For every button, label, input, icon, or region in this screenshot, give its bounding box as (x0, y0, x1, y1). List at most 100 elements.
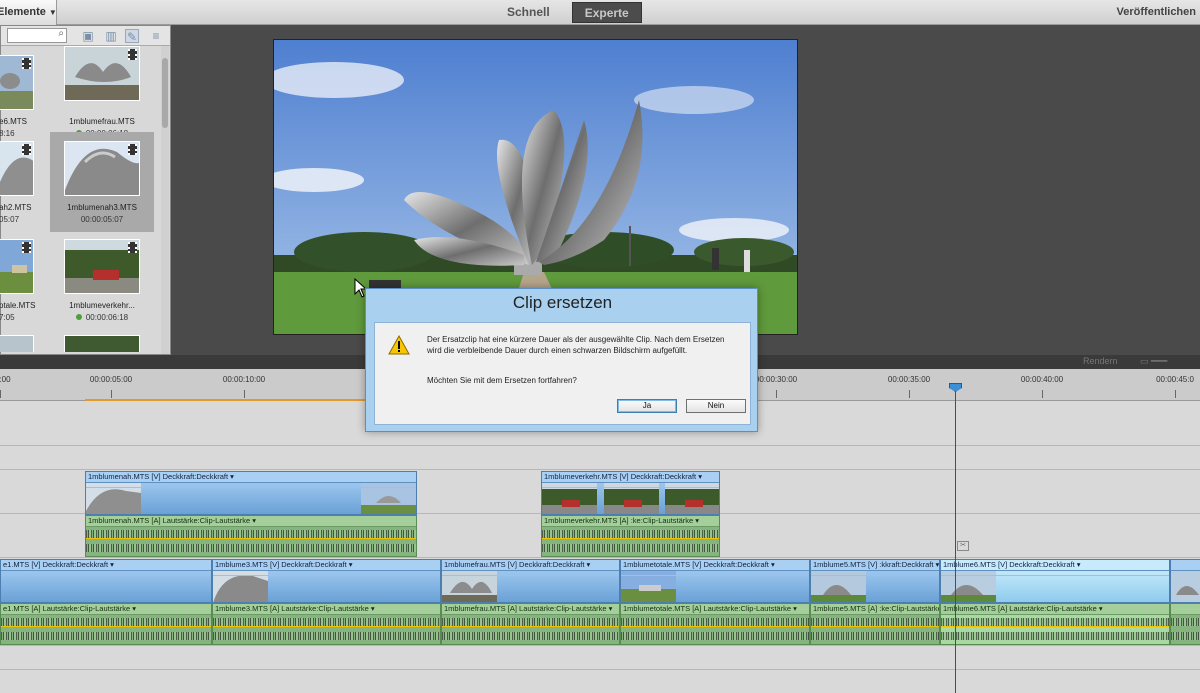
video-clip-selected[interactable]: 1mblume6.MTS [V] Deckkraft:Deckkraft ▾ (940, 559, 1170, 603)
clip-label: 1mblumenah.MTS [V] Deckkraft:Deckkraft ▾ (86, 472, 416, 483)
media-item[interactable]: otale.MTS 7:05 (0, 230, 39, 330)
audio-clip[interactable]: 1mblume3.MTS [A] Lautstärke:Clip-Lautstä… (212, 603, 441, 645)
media-name: 1mblumeverkehr... (69, 301, 135, 310)
volume-line[interactable] (621, 626, 809, 627)
opacity-line[interactable] (86, 487, 416, 488)
trash-icon[interactable]: ▥ (104, 29, 118, 43)
no-button[interactable]: Nein (686, 399, 746, 413)
clip-label (1171, 604, 1200, 615)
opacity-line[interactable] (621, 575, 809, 576)
elements-menu-label: Elemente (0, 6, 46, 18)
opacity-line[interactable] (442, 575, 619, 576)
audio-clip[interactable]: 1mblumefrau.MTS [A] Lautstärke:Clip-Laut… (441, 603, 620, 645)
elements-menu-button[interactable]: Elemente ▼ (0, 0, 57, 25)
volume-line[interactable] (542, 538, 719, 539)
volume-line[interactable] (811, 626, 939, 627)
media-name: 1mblumefrau.MTS (69, 117, 135, 126)
media-item[interactable]: e6.MTS 8:16 (0, 46, 39, 146)
volume-line[interactable] (86, 538, 416, 539)
video-clip[interactable]: 1mblumeverkehr.MTS [V] Deckkraft:Deckkra… (541, 471, 720, 515)
tab-experte[interactable]: Experte (571, 2, 642, 23)
clip-label: 1mblume5.MTS [V] :kkraft:Deckkraft ▾ (811, 560, 939, 571)
opacity-line[interactable] (811, 575, 939, 576)
film-icon (128, 242, 137, 253)
search-input[interactable]: ⌕ (7, 28, 67, 43)
media-item[interactable]: 1mblumenah3.MTS 00:00:05:07 (50, 132, 154, 232)
media-item[interactable] (50, 330, 154, 352)
video-clip[interactable]: 1mblumenah.MTS [V] Deckkraft:Deckkraft ▾ (85, 471, 417, 515)
publish-button[interactable]: Veröffentlichen (1117, 0, 1196, 25)
playhead-line[interactable] (955, 383, 956, 693)
volume-line[interactable] (941, 626, 1169, 627)
video-clip[interactable]: 1mblume3.MTS [V] Deckkraft:Deckkraft ▾ (212, 559, 441, 603)
media-item[interactable]: ah2.MTS 05:07 (0, 132, 39, 232)
track-separator (0, 557, 1200, 558)
media-item[interactable]: 1mblumeverkehr... 00:00:06:18 (50, 230, 154, 330)
audio-clip[interactable]: 1mblumenah.MTS [A] Lautstärke:Clip-Lauts… (85, 515, 417, 557)
opacity-line[interactable] (542, 487, 719, 488)
opacity-line[interactable] (1, 575, 211, 576)
replace-clip-dialog: Clip ersetzen Der Ersatzclip hat eine kü… (365, 288, 758, 432)
opacity-line[interactable] (213, 575, 440, 576)
audio-clip[interactable] (1170, 603, 1200, 645)
clip-label: 1mblumefrau.MTS [V] Deckkraft:Deckkraft … (442, 560, 619, 571)
opacity-line[interactable] (941, 575, 1169, 576)
snap-icon: ✂ (957, 541, 969, 551)
film-icon (128, 49, 137, 60)
time-ruler-tick (1175, 390, 1176, 398)
film-icon (128, 144, 137, 155)
audio-waveform (442, 632, 619, 640)
audio-clip[interactable]: 1mblumeverkehr.MTS [A] :ke:Clip-Lautstär… (541, 515, 720, 557)
list-view-icon[interactable]: ≡ (149, 29, 163, 43)
audio-waveform (1, 618, 211, 626)
audio-waveform (811, 632, 939, 640)
time-ruler-label: 00:00:35:00 (887, 375, 931, 384)
time-ruler-label: 00:00:05:00 (89, 375, 133, 384)
audio-waveform (941, 632, 1169, 640)
video-clip[interactable] (1170, 559, 1200, 603)
thumbnail (0, 55, 34, 110)
clip-label: 1mblumefrau.MTS [A] Lautstärke:Clip-Laut… (442, 604, 619, 615)
time-ruler-label: 00:00:45:0 (1156, 375, 1194, 384)
audio-clip[interactable]: 1mblumetotale.MTS [A] Lautstärke:Clip-La… (620, 603, 810, 645)
media-item[interactable]: 1mblumefrau.MTS 00:00:06:18 (50, 46, 154, 146)
track-separator (0, 669, 1200, 670)
track-separator (0, 469, 1200, 470)
volume-line[interactable] (442, 626, 619, 627)
dialog-body: Der Ersatzclip hat eine kürzere Dauer al… (374, 322, 751, 425)
time-ruler-label: 00:00:40:00 (1020, 375, 1064, 384)
video-clip[interactable]: e1.MTS [V] Deckkraft:Deckkraft ▾ (0, 559, 212, 603)
time-ruler-tick (0, 390, 1, 398)
clip-label: 1mblume6.MTS [V] Deckkraft:Deckkraft ▾ (941, 560, 1169, 571)
media-duration-value: 00:00:06:18 (85, 313, 129, 322)
clip-label: e1.MTS [A] Lautstärke:Clip-Lautstärke ▾ (1, 604, 211, 615)
render-button[interactable]: Rendern (1083, 356, 1118, 367)
clip-label: 1mblumeverkehr.MTS [A] :ke:Clip-Lautstär… (542, 516, 719, 527)
assets-scrollbar[interactable] (161, 46, 169, 354)
media-item[interactable] (0, 330, 39, 352)
clip-label: 1mblumetotale.MTS [A] Lautstärke:Clip-La… (621, 604, 809, 615)
audio-clip[interactable]: 1mblume5.MTS [A] :ke:Clip-Lautstärke ▾ (810, 603, 940, 645)
timeline-tracks: 1mblumenah.MTS [V] Deckkraft:Deckkraft ▾… (0, 401, 1200, 693)
pin-icon[interactable]: ✎ (125, 29, 139, 44)
time-ruler-tick (244, 390, 245, 398)
audio-clip[interactable]: e1.MTS [A] Lautstärke:Clip-Lautstärke ▾ (0, 603, 212, 645)
video-clip[interactable]: 1mblumefrau.MTS [V] Deckkraft:Deckkraft … (441, 559, 620, 603)
yes-button[interactable]: Ja (617, 399, 677, 413)
clip-label: e1.MTS [V] Deckkraft:Deckkraft ▾ (1, 560, 211, 571)
timeline-zoom-icon[interactable]: ▭ ━━━ (1140, 356, 1167, 367)
folder-up-icon[interactable]: ▣ (81, 29, 95, 43)
volume-line[interactable] (1, 626, 211, 627)
thumbnail (64, 239, 140, 294)
video-clip[interactable]: 1mblumetotale.MTS [V] Deckkraft:Deckkraf… (620, 559, 810, 603)
video-clip[interactable]: 1mblume5.MTS [V] :kkraft:Deckkraft ▾ (810, 559, 940, 603)
audio-clip-selected[interactable]: 1mblume6.MTS [A] Lautstärke:Clip-Lautstä… (940, 603, 1170, 645)
clip-label: 1mblumenah.MTS [A] Lautstärke:Clip-Lauts… (86, 516, 416, 527)
film-icon (22, 58, 31, 69)
scrollbar-thumb[interactable] (162, 58, 168, 128)
volume-line[interactable] (213, 626, 440, 627)
tab-schnell[interactable]: Schnell (495, 2, 562, 23)
audio-waveform (621, 618, 809, 626)
assets-toolbar: ⌕ ▣ ▥ ✎ ≡ (1, 26, 170, 46)
audio-waveform (1, 632, 211, 640)
